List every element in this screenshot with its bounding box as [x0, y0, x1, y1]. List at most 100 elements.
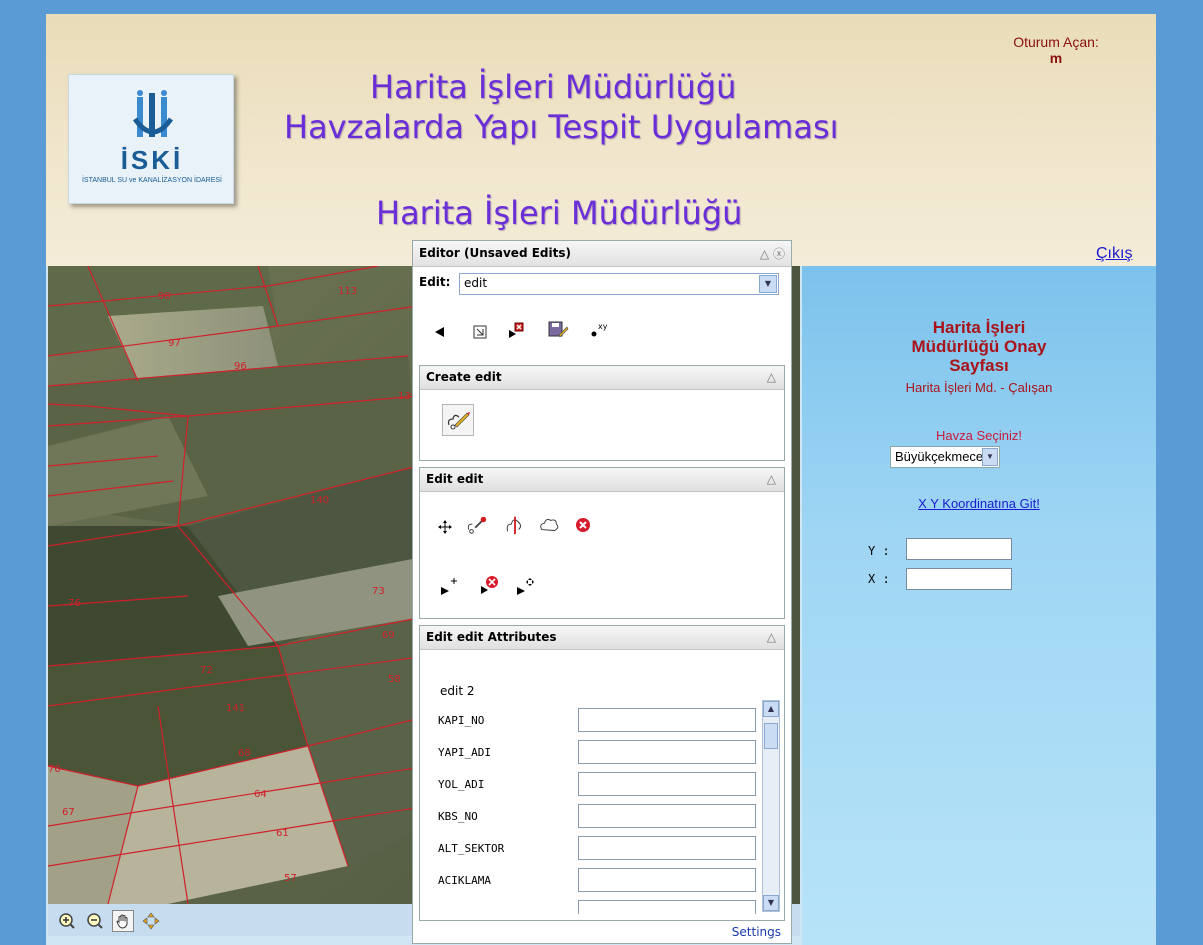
y-label: Y : [868, 544, 890, 558]
xy-tool[interactable]: xy [589, 319, 611, 341]
attr-label: ALT_SEKTOR [438, 842, 505, 855]
parcel-label: 97 [168, 338, 181, 349]
edit-edit-header[interactable]: Edit edit △ [420, 468, 784, 492]
select-by-box-tool[interactable] [469, 321, 491, 343]
delete-icon [576, 518, 590, 532]
login-user: m [1049, 50, 1063, 66]
save-edits-tool[interactable] [547, 319, 569, 341]
parcel-label: 70 [48, 764, 61, 775]
cut-polygon-icon [540, 519, 559, 531]
scroll-down-icon[interactable]: ▼ [763, 895, 779, 911]
add-vertex-arrow-tool[interactable] [438, 576, 460, 598]
parcel-label: 64 [254, 789, 267, 800]
x-label: X : [868, 572, 890, 586]
attr-label: YAPI_ADI [438, 746, 491, 759]
editor-title: Editor (Unsaved Edits) [419, 246, 571, 260]
delete-vertex-icon [481, 576, 498, 594]
y-input[interactable] [906, 538, 1012, 560]
edit-edit-title: Edit edit [426, 472, 484, 486]
iski-logo-mark-icon [132, 90, 174, 137]
collapse-icon[interactable]: △ [767, 630, 776, 644]
zoom-in-button[interactable] [56, 910, 78, 932]
close-icon[interactable]: ⓧ [773, 247, 785, 261]
header-title-1: Harita İşleri Müdürlüğü [370, 68, 737, 106]
create-edit-section: Create edit △ [419, 365, 785, 461]
parcel-label: 140 [310, 495, 329, 506]
yol-adi-input[interactable] [578, 772, 756, 796]
edit-layer-select[interactable]: edit ▼ [459, 273, 779, 295]
yapi-adi-input[interactable] [578, 740, 756, 764]
move-vertex-tool[interactable] [514, 576, 536, 598]
next-field-input[interactable] [578, 900, 756, 914]
parcel-label: 68 [238, 748, 251, 759]
attr-label: KBS_NO [438, 810, 478, 823]
parcel-label: 61 [276, 828, 289, 839]
delete-feature-tool[interactable] [572, 514, 594, 536]
scroll-thumb[interactable] [764, 723, 778, 749]
settings-link[interactable]: Settings [732, 925, 781, 939]
add-vertex-arrow-icon [441, 578, 457, 595]
move-tool[interactable] [434, 516, 456, 538]
delete-vertex-tool[interactable] [478, 574, 500, 596]
parcel-label: 58 [388, 674, 401, 685]
parcel-label: 113 [338, 286, 357, 297]
kbs-no-input[interactable] [578, 804, 756, 828]
create-polygon-icon [447, 412, 470, 430]
kapi-no-input[interactable] [578, 708, 756, 732]
attributes-header[interactable]: Edit edit Attributes △ [420, 626, 784, 650]
logo-name: İSKİ [120, 145, 184, 175]
attributes-scrollbar[interactable]: ▲ ▼ [762, 700, 780, 912]
collapse-icon[interactable]: △ [767, 472, 776, 486]
logout-link[interactable]: Çıkış [1096, 245, 1132, 263]
clear-selection-icon [509, 322, 524, 338]
logo-subtitle: İSTANBUL SU ve KANALİZASYON İDARESİ [81, 177, 223, 184]
goto-xy-link[interactable]: X Y Koordinatına Git! [802, 496, 1156, 511]
select-box-icon [473, 325, 487, 339]
edit-layer-value: edit [464, 276, 488, 290]
login-info: Oturum Açan: m [1006, 34, 1106, 66]
parcel-label: 96 [234, 361, 247, 372]
collapse-icon[interactable]: △ [767, 370, 776, 384]
editor-header[interactable]: Editor (Unsaved Edits) △ ⓧ [413, 241, 791, 267]
pan-hand-icon [116, 914, 128, 929]
parcel-label: 72 [200, 665, 213, 676]
chevron-down-icon: ▼ [982, 448, 998, 466]
create-polygon-tool[interactable] [442, 404, 474, 436]
xy-point-icon: xy [591, 322, 608, 337]
collapse-icon[interactable]: △ [760, 247, 769, 261]
zoom-in-icon [59, 913, 75, 929]
alt-sektor-input[interactable] [578, 836, 756, 860]
aciklama-input[interactable] [578, 868, 756, 892]
panel-title: Harita İşleri Müdürlüğü Onay Sayfası [911, 318, 1047, 375]
add-vertex-icon [467, 516, 487, 534]
pan-button[interactable] [112, 910, 134, 932]
editor-widget: Editor (Unsaved Edits) △ ⓧ Edit: edit ▼ … [412, 240, 792, 944]
parcel-label: 69 [382, 630, 395, 641]
reshape-tool[interactable] [504, 514, 526, 536]
attributes-title: Edit edit Attributes [426, 630, 557, 644]
create-edit-header[interactable]: Create edit △ [420, 366, 784, 390]
parcel-label: 57 [284, 873, 297, 884]
select-tool[interactable] [429, 321, 451, 343]
add-vertex-tool[interactable] [466, 514, 488, 536]
full-extent-button[interactable] [140, 910, 162, 932]
right-panel: Harita İşleri Müdürlüğü Onay Sayfası Har… [802, 266, 1156, 945]
parcel-label: 67 [62, 807, 75, 818]
header-title-3: Harita İşleri Müdürlüğü [376, 194, 743, 232]
zoom-out-button[interactable] [84, 910, 106, 932]
cut-polygon-tool[interactable] [538, 514, 560, 536]
basin-select[interactable]: Büyükçekmece ▼ [890, 446, 1000, 468]
header-title-2: Havzalarda Yapı Tespit Uygulaması [284, 108, 839, 146]
attribute-item-title: edit 2 [440, 684, 475, 698]
x-input[interactable] [906, 568, 1012, 590]
move-vertex-icon [517, 578, 534, 595]
select-arrow-icon [435, 327, 444, 337]
create-edit-title: Create edit [426, 370, 502, 384]
parcel-label: 98 [158, 291, 171, 302]
parcel-label: 73 [372, 586, 385, 597]
scroll-up-icon[interactable]: ▲ [763, 701, 779, 717]
clear-selection-tool[interactable] [505, 319, 527, 341]
parcel-label: 141 [226, 703, 245, 714]
basin-label: Havza Seçiniz! [936, 428, 1022, 443]
edit-label: Edit: [419, 275, 451, 289]
